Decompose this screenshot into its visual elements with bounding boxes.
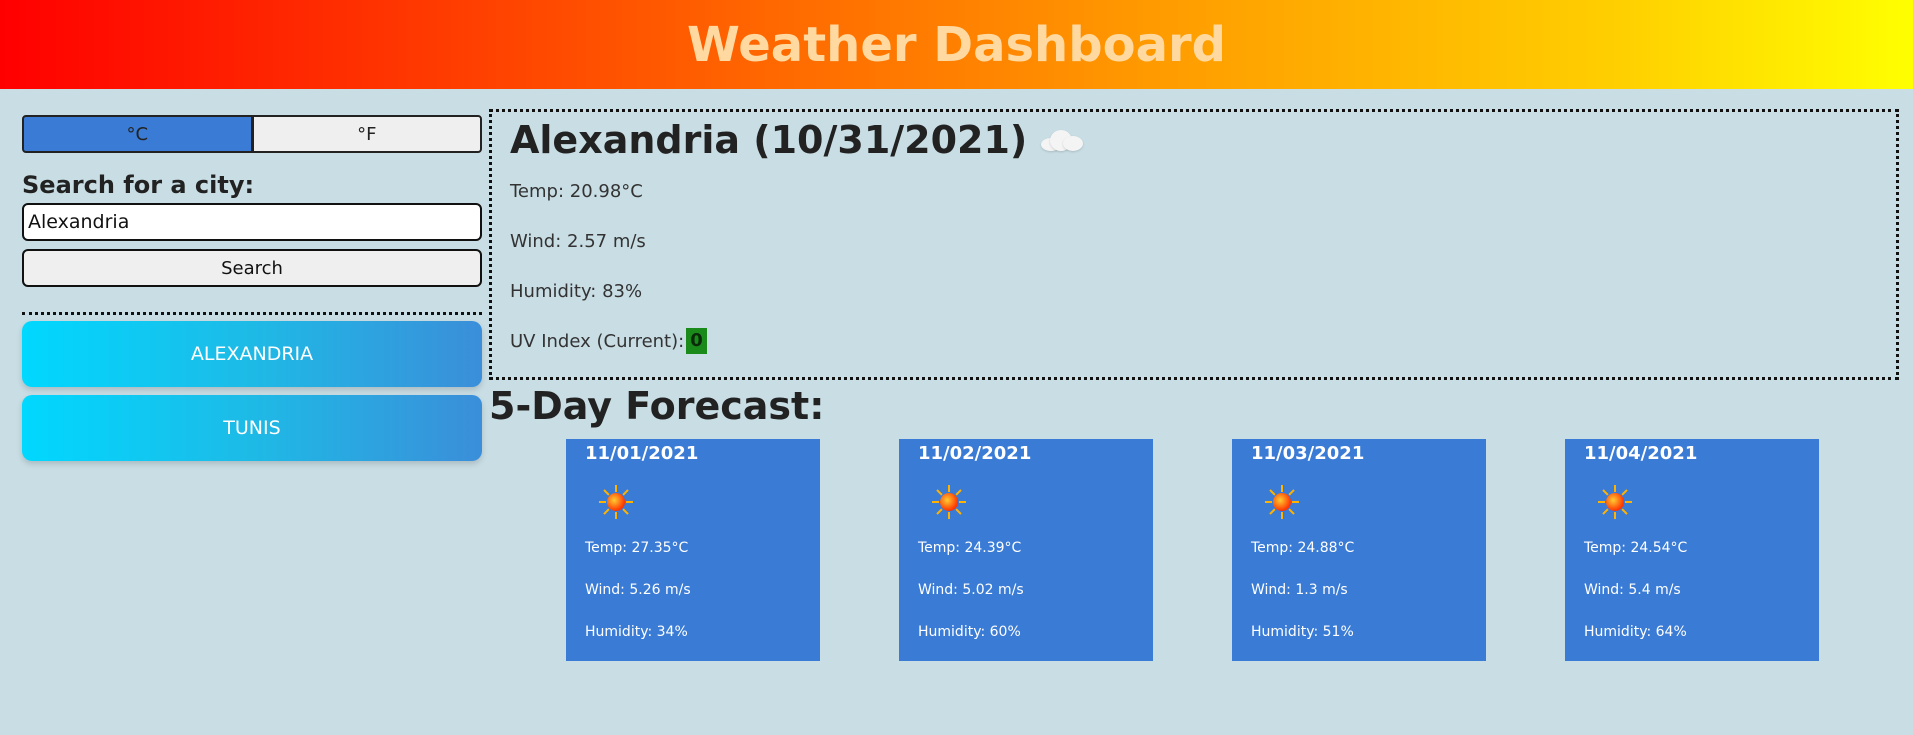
unit-toggle: °C °F [22, 115, 482, 153]
current-city-title: Alexandria (10/31/2021) [510, 118, 1028, 162]
forecast-humidity: Humidity: 34% [585, 624, 688, 640]
sun-icon [1598, 485, 1632, 519]
celsius-button[interactable]: °C [22, 115, 253, 153]
forecast-card: 11/04/2021 Temp: 24.54°C Wind: 5.4 m/s H… [1565, 439, 1819, 661]
current-temp: Temp: 20.98°C [510, 180, 643, 202]
forecast-humidity: Humidity: 51% [1251, 624, 1354, 640]
cloud-icon [1039, 129, 1085, 151]
forecast-card: 11/01/2021 Temp: 27.35°C Wind: 5.26 m/s … [566, 439, 820, 661]
history-item-tunis[interactable]: TUNIS [22, 395, 482, 461]
forecast-temp: Temp: 24.39°C [918, 540, 1022, 556]
fahrenheit-button[interactable]: °F [252, 115, 482, 153]
sidebar: °C °F Search for a city: Search ALEXANDR… [22, 115, 482, 469]
search-button[interactable]: Search [22, 249, 482, 287]
forecast-humidity: Humidity: 60% [918, 624, 1021, 640]
current-humidity: Humidity: 83% [510, 280, 643, 302]
forecast-temp: Temp: 24.54°C [1584, 540, 1688, 556]
sun-icon [932, 485, 966, 519]
forecast-wind: Wind: 5.26 m/s [585, 582, 691, 598]
forecast-date: 11/03/2021 [1251, 443, 1365, 464]
sidebar-divider [22, 312, 482, 315]
page-title: Weather Dashboard [687, 16, 1226, 73]
uv-badge: 0 [686, 328, 707, 354]
forecast-wind: Wind: 5.02 m/s [918, 582, 1024, 598]
forecast-title: 5-Day Forecast: [489, 384, 825, 428]
search-input[interactable] [22, 203, 482, 241]
forecast-date: 11/02/2021 [918, 443, 1032, 464]
forecast-wind: Wind: 1.3 m/s [1251, 582, 1348, 598]
sun-icon [1265, 485, 1299, 519]
forecast-card: 11/02/2021 Temp: 24.39°C Wind: 5.02 m/s … [899, 439, 1153, 661]
forecast-temp: Temp: 27.35°C [585, 540, 689, 556]
uv-label: UV Index (Current): [510, 330, 685, 352]
forecast-date: 11/01/2021 [585, 443, 699, 464]
current-uv: UV Index (Current): 0 [510, 316, 1878, 366]
history-item-alexandria[interactable]: ALEXANDRIA [22, 321, 482, 387]
forecast-date: 11/04/2021 [1584, 443, 1698, 464]
current-weather-panel: Alexandria (10/31/2021) Temp: 20.98°C Wi… [489, 109, 1899, 380]
forecast-wind: Wind: 5.4 m/s [1584, 582, 1681, 598]
forecast-card: 11/03/2021 Temp: 24.88°C Wind: 1.3 m/s H… [1232, 439, 1486, 661]
page-header: Weather Dashboard [0, 0, 1913, 89]
forecast-humidity: Humidity: 64% [1584, 624, 1687, 640]
current-weather-heading: Alexandria (10/31/2021) [510, 118, 1878, 162]
forecast-temp: Temp: 24.88°C [1251, 540, 1355, 556]
current-wind: Wind: 2.57 m/s [510, 230, 646, 252]
search-history: ALEXANDRIA TUNIS [22, 321, 482, 461]
sun-icon [599, 485, 633, 519]
search-label: Search for a city: [22, 171, 255, 199]
